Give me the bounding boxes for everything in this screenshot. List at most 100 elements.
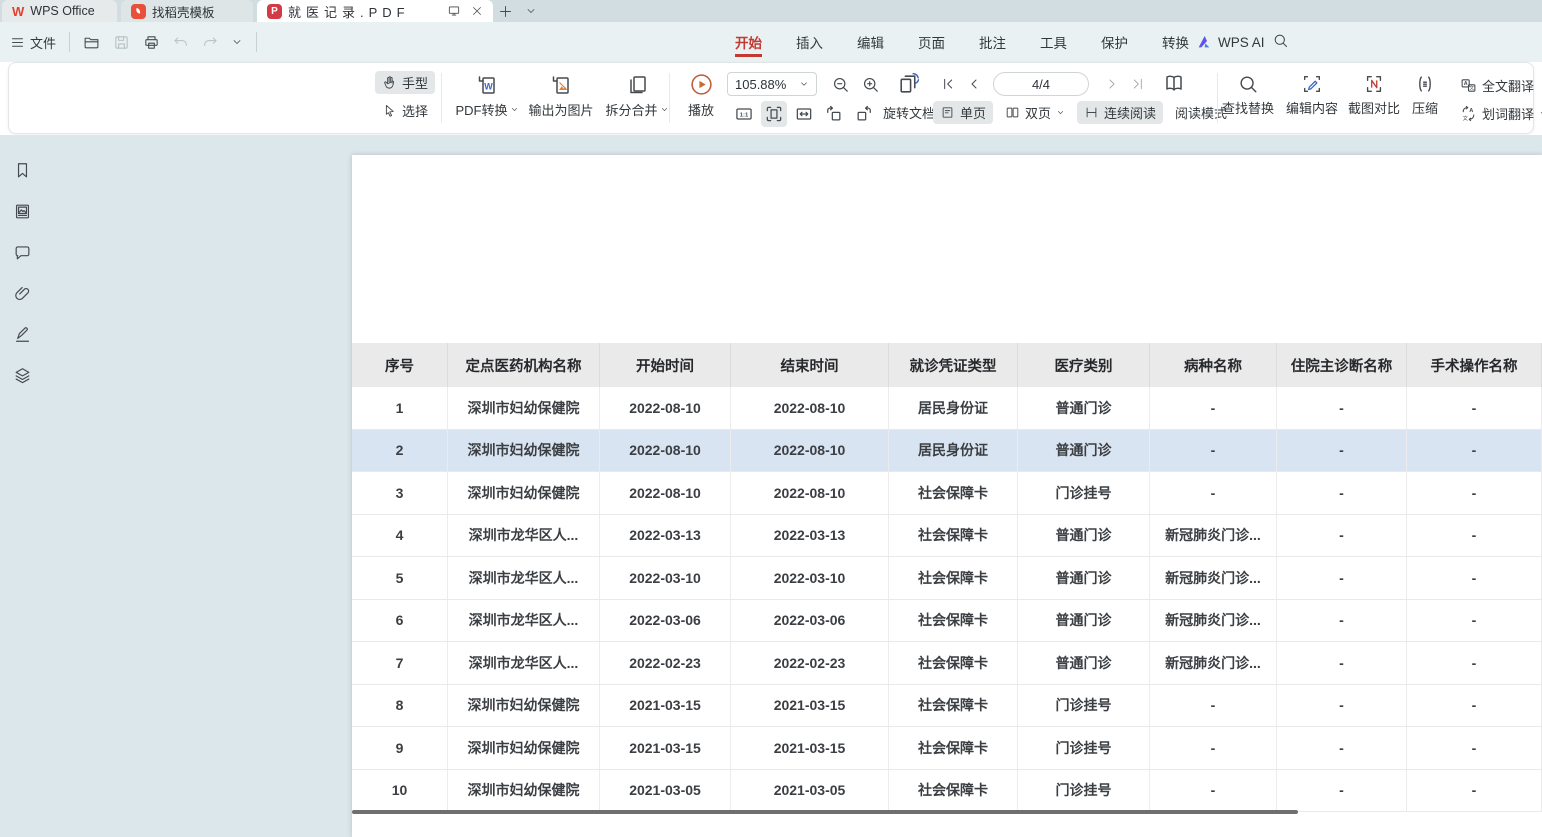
table-cell: 2022-03-10 <box>600 557 731 599</box>
table-cell: - <box>1150 770 1277 812</box>
table-row: 9深圳市妇幼保健院2021-03-152021-03-15社会保障卡门诊挂号--… <box>352 727 1542 770</box>
divider <box>69 32 70 52</box>
zoom-level-dropdown[interactable]: 105.88% <box>727 72 817 96</box>
first-page-icon[interactable] <box>935 71 961 97</box>
svg-text:W: W <box>484 82 493 92</box>
tab-docer-templates[interactable]: 找稻壳模板 <box>121 0 253 22</box>
page-number-input[interactable] <box>993 72 1089 96</box>
fit-width-icon[interactable] <box>791 101 817 127</box>
double-page-label: 双页 <box>1025 103 1051 122</box>
menu-item-4[interactable]: 批注 <box>977 22 1008 62</box>
wps-logo-icon: W <box>12 4 24 19</box>
save-icon[interactable] <box>113 34 130 51</box>
table-cell: 7 <box>352 642 448 684</box>
rotate-document-label[interactable]: 旋转文档 <box>883 103 935 122</box>
next-page-icon[interactable] <box>1099 71 1125 97</box>
table-cell: 社会保障卡 <box>889 600 1018 642</box>
divider <box>669 73 670 123</box>
rotate-left-icon[interactable] <box>821 101 847 127</box>
close-icon[interactable] <box>471 5 483 17</box>
pdf-convert-label: PDF转换 <box>455 100 507 119</box>
table-row: 4深圳市龙华区人...2022-03-132022-03-13社会保障卡普通门诊… <box>352 515 1542 558</box>
redo-icon[interactable] <box>202 34 218 50</box>
new-tab-plus-icon[interactable] <box>498 4 513 19</box>
left-panel-icons <box>11 159 33 386</box>
table-cell: 新冠肺炎门诊... <box>1150 557 1277 599</box>
table-row: 2深圳市妇幼保健院2022-08-102022-08-10居民身份证普通门诊--… <box>352 430 1542 473</box>
table-cell: 普通门诊 <box>1018 430 1150 472</box>
pdf-convert-button[interactable]: W PDF转换 <box>449 73 525 119</box>
menu-item-6[interactable]: 保护 <box>1099 22 1130 62</box>
menu-item-7[interactable]: 转换 <box>1160 22 1191 62</box>
previous-page-icon[interactable] <box>961 71 987 97</box>
undo-icon[interactable] <box>173 34 189 50</box>
menu-item-5[interactable]: 工具 <box>1038 22 1069 62</box>
export-image-button[interactable]: 输出为图片 <box>523 73 599 119</box>
continuous-reading-label: 连续阅读 <box>1104 103 1156 122</box>
tab-wps-office[interactable]: W WPS Office <box>2 0 117 22</box>
table-cell: - <box>1150 685 1277 727</box>
annotate-pen-icon[interactable] <box>11 323 33 345</box>
edit-content-button[interactable]: 编辑内容 <box>1281 73 1343 117</box>
play-label: 播放 <box>688 100 714 119</box>
table-cell: 深圳市妇幼保健院 <box>448 727 600 769</box>
menu-item-2[interactable]: 编辑 <box>855 22 886 62</box>
table-cell: 深圳市龙华区人... <box>448 557 600 599</box>
table-header-cell: 病种名称 <box>1150 343 1277 387</box>
continuous-reading-icon <box>1084 105 1099 120</box>
medical-records-table: 序号定点医药机构名称开始时间结束时间就诊凭证类型医疗类别病种名称住院主诊断名称手… <box>352 343 1542 812</box>
search-icon[interactable] <box>1272 32 1289 49</box>
full-translate-button[interactable]: A 文 全文翻译 <box>1453 74 1541 97</box>
wps-ai-button[interactable]: WPS AI <box>1196 22 1265 62</box>
play-button[interactable]: 播放 <box>673 72 729 119</box>
compress-button[interactable]: 压缩 <box>1401 73 1449 117</box>
word-translate-button[interactable]: A 文 划词翻译 <box>1453 102 1542 125</box>
open-folder-icon[interactable] <box>83 34 100 51</box>
rotate-right-icon[interactable] <box>851 101 877 127</box>
zoom-in-icon[interactable] <box>857 71 883 97</box>
zoom-out-icon[interactable] <box>827 71 853 97</box>
actual-size-icon[interactable]: 1:1 <box>731 101 757 127</box>
table-cell: - <box>1407 642 1542 684</box>
monitor-icon[interactable] <box>447 4 461 18</box>
thumbnail-icon[interactable] <box>11 200 33 222</box>
toolbar: 手型 选择 W PDF转换 输出为图片 拆分合并 <box>8 62 1534 134</box>
table-body: 1深圳市妇幼保健院2022-08-102022-08-10居民身份证普通门诊--… <box>352 387 1542 812</box>
split-merge-button[interactable]: 拆分合并 <box>599 73 675 119</box>
continuous-reading-button[interactable]: 连续阅读 <box>1077 101 1163 124</box>
print-icon[interactable] <box>143 34 160 51</box>
hand-tool-button[interactable]: 手型 <box>375 71 435 94</box>
quickbar-chevron-down-icon[interactable] <box>231 36 243 48</box>
table-cell: - <box>1407 515 1542 557</box>
comment-icon[interactable] <box>11 241 33 263</box>
select-tool-button[interactable]: 选择 <box>375 99 435 122</box>
table-cell: - <box>1150 727 1277 769</box>
attachment-icon[interactable] <box>11 282 33 304</box>
table-row: 7深圳市龙华区人...2022-02-232022-02-23社会保障卡普通门诊… <box>352 642 1542 685</box>
table-cell: - <box>1407 557 1542 599</box>
svg-text:文: 文 <box>1463 114 1469 122</box>
menu-item-0[interactable]: 开始 <box>733 22 764 62</box>
table-cell: 2022-08-10 <box>731 430 889 472</box>
table-row: 5深圳市龙华区人...2022-03-102022-03-10社会保障卡普通门诊… <box>352 557 1542 600</box>
table-header-cell: 结束时间 <box>731 343 889 387</box>
tab-list-chevron-down-icon[interactable] <box>525 5 537 17</box>
table-cell: 2021-03-05 <box>731 770 889 812</box>
last-page-icon[interactable] <box>1125 71 1151 97</box>
table-cell: 门诊挂号 <box>1018 685 1150 727</box>
horizontal-scrollbar-thumb[interactable] <box>352 810 1298 814</box>
menu-item-3[interactable]: 页面 <box>916 22 947 62</box>
bookmark-icon[interactable] <box>11 159 33 181</box>
layers-icon[interactable] <box>11 364 33 386</box>
fit-page-icon[interactable] <box>761 101 787 127</box>
read-mode-icon[interactable] <box>1161 70 1187 96</box>
screenshot-compare-button[interactable]: 截图对比 <box>1343 73 1405 117</box>
edit-content-icon <box>1301 73 1323 95</box>
file-menu-button[interactable]: 文件 <box>10 33 56 52</box>
rotate-document-icon[interactable] <box>893 70 923 96</box>
tab-document-active[interactable]: P 就医记录.PDF <box>257 0 493 22</box>
double-page-button[interactable]: 双页 <box>998 101 1072 124</box>
menu-item-1[interactable]: 插入 <box>794 22 825 62</box>
single-page-button[interactable]: 单页 <box>933 101 993 124</box>
find-replace-button[interactable]: 查找替换 <box>1217 73 1279 117</box>
